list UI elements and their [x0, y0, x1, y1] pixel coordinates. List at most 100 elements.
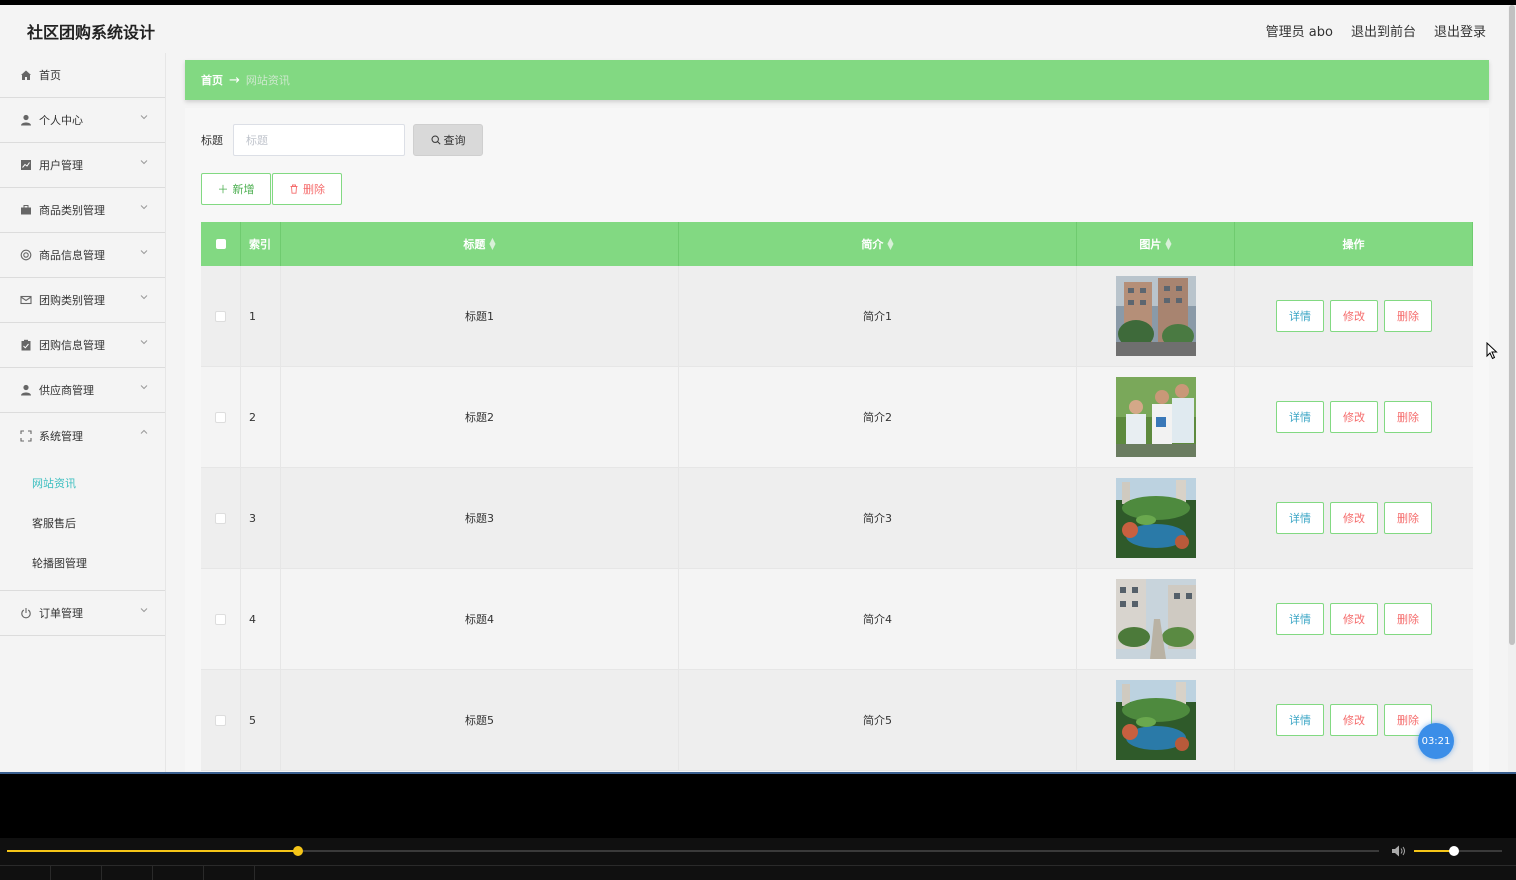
people-photo[interactable] — [1115, 377, 1196, 457]
row-image-cell — [1077, 367, 1235, 467]
street-photo[interactable] — [1115, 579, 1196, 659]
table-row: 2 标题2 简介2 详情 修改 删除 — [201, 367, 1473, 468]
header-image[interactable]: 图片 ▲ ▼ — [1077, 222, 1235, 266]
header-index-label: 索引 — [249, 238, 271, 251]
row-intro: 简介3 — [679, 468, 1077, 568]
sidebar-item-home[interactable]: 首页 — [0, 53, 165, 98]
circle-icon — [19, 249, 32, 262]
sidebar-item-label: 团购类别管理 — [39, 294, 105, 307]
user-icon — [19, 384, 32, 397]
detail-button[interactable]: 详情 — [1276, 603, 1324, 635]
edit-button[interactable]: 修改 — [1330, 401, 1378, 433]
detail-button[interactable]: 详情 — [1276, 704, 1324, 736]
search-button[interactable]: 查询 — [413, 124, 483, 156]
header-index: 索引 — [241, 222, 281, 266]
player-slot — [0, 866, 51, 880]
sidebar-item-label: 商品信息管理 — [39, 249, 105, 262]
add-button[interactable]: ＋ 新增 — [201, 173, 271, 205]
sidebar-item-goods-category[interactable]: 商品类别管理 — [0, 188, 165, 233]
row-ops: 详情 修改 删除 — [1235, 468, 1473, 568]
bulk-delete-button[interactable]: 删除 — [272, 173, 342, 205]
sidebar-item-goods-info[interactable]: 商品信息管理 — [0, 233, 165, 278]
progress-handle[interactable] — [292, 846, 303, 856]
edit-button[interactable]: 修改 — [1330, 603, 1378, 635]
row-ops: 详情 修改 删除 — [1235, 569, 1473, 669]
row-index: 2 — [241, 367, 281, 467]
row-checkbox[interactable] — [215, 310, 226, 322]
table-row: 5 标题5 简介5 详情 修改 删除 — [201, 670, 1473, 771]
volume-icon[interactable] — [1391, 844, 1407, 861]
sidebar: 首页 个人中心 用户管理 商品类别管理 商品信息管理 团购类别管理 团购信息管理… — [0, 53, 166, 772]
sort-icon[interactable]: ▲ ▼ — [887, 237, 893, 251]
content-panel: 标题 查询 ＋ 新增 删除 索引 标题▲▼ 简介▲▼ 图片▲▼ — [185, 108, 1489, 772]
header-links: 管理员 abo 退出到前台 退出登录 — [1266, 21, 1486, 40]
table-header: 索引 标题 ▲ ▼ 简介 ▲ ▼ 图片 ▲ ▼ 操作 — [201, 222, 1473, 266]
recording-timer-badge[interactable]: 03:21 — [1418, 723, 1454, 759]
row-intro: 简介4 — [679, 569, 1077, 669]
select-all-checkbox[interactable] — [215, 239, 226, 249]
sort-icon[interactable]: ▲ ▼ — [1165, 237, 1171, 251]
sidebar-item-system[interactable]: 系统管理 — [0, 413, 165, 458]
delete-button[interactable]: 删除 — [1384, 502, 1432, 534]
detail-button[interactable]: 详情 — [1276, 300, 1324, 332]
chevron-down-icon — [139, 202, 149, 212]
breadcrumb-separator: → — [229, 72, 240, 88]
garden-photo[interactable] — [1115, 680, 1196, 760]
page-scrollbar[interactable] — [1508, 5, 1516, 772]
detail-button[interactable]: 详情 — [1276, 502, 1324, 534]
row-checkbox[interactable] — [215, 411, 226, 423]
delete-button[interactable]: 删除 — [1384, 401, 1432, 433]
row-checkbox[interactable] — [215, 512, 226, 524]
volume-slider[interactable] — [1414, 846, 1502, 856]
playback-progress-bar[interactable] — [7, 846, 1379, 856]
exit-to-frontend-link[interactable]: 退出到前台 — [1351, 21, 1416, 40]
video-player-controls — [0, 838, 1516, 880]
progress-fill — [7, 850, 298, 852]
edit-button[interactable]: 修改 — [1330, 502, 1378, 534]
row-image-cell — [1077, 468, 1235, 568]
delete-button[interactable]: 删除 — [1384, 603, 1432, 635]
chevron-down-icon — [139, 112, 149, 122]
clipboard-icon — [19, 339, 32, 352]
detail-button[interactable]: 详情 — [1276, 401, 1324, 433]
garden-photo[interactable] — [1115, 478, 1196, 558]
admin-user-label[interactable]: 管理员 abo — [1266, 21, 1333, 40]
search-input[interactable] — [233, 124, 405, 156]
submenu-item-carousel[interactable]: 轮播图管理 — [0, 544, 165, 584]
header-title[interactable]: 标题 ▲ ▼ — [281, 222, 679, 266]
breadcrumb-home[interactable]: 首页 — [201, 72, 223, 88]
player-slot — [153, 866, 204, 880]
logout-link[interactable]: 退出登录 — [1434, 21, 1486, 40]
sidebar-item-orders[interactable]: 订单管理 — [0, 591, 165, 636]
building-photo[interactable] — [1115, 276, 1196, 356]
header-intro[interactable]: 简介 ▲ ▼ — [679, 222, 1077, 266]
row-index: 3 — [241, 468, 281, 568]
row-ops: 详情 修改 删除 — [1235, 367, 1473, 467]
row-title: 标题1 — [281, 266, 679, 366]
row-title: 标题3 — [281, 468, 679, 568]
sidebar-item-groupbuy-info[interactable]: 团购信息管理 — [0, 323, 165, 368]
power-icon — [19, 607, 32, 620]
sidebar-item-profile[interactable]: 个人中心 — [0, 98, 165, 143]
sidebar-item-groupbuy-category[interactable]: 团购类别管理 — [0, 278, 165, 323]
row-checkbox[interactable] — [215, 613, 226, 625]
header-intro-label: 简介 — [861, 238, 884, 251]
scrollbar-thumb[interactable] — [1509, 5, 1515, 645]
row-ops: 详情 修改 删除 — [1235, 266, 1473, 366]
delete-button[interactable]: 删除 — [1384, 300, 1432, 332]
table-row: 1 标题1 简介1 详情 修改 删除 — [201, 266, 1473, 367]
row-checkbox[interactable] — [215, 714, 226, 726]
row-title: 标题4 — [281, 569, 679, 669]
volume-handle[interactable] — [1448, 846, 1459, 856]
edit-button[interactable]: 修改 — [1330, 300, 1378, 332]
top-header: 社区团购系统设计 管理员 abo 退出到前台 退出登录 — [0, 5, 1516, 53]
row-title: 标题5 — [281, 670, 679, 770]
submenu-item-news[interactable]: 网站资讯 — [0, 464, 165, 504]
submenu-item-customer-service[interactable]: 客服售后 — [0, 504, 165, 544]
table-row: 3 标题3 简介3 详情 修改 删除 — [201, 468, 1473, 569]
sidebar-item-users[interactable]: 用户管理 — [0, 143, 165, 188]
edit-button[interactable]: 修改 — [1330, 704, 1378, 736]
header-select-all[interactable] — [201, 222, 241, 266]
sort-icon[interactable]: ▲ ▼ — [489, 237, 495, 251]
sidebar-item-suppliers[interactable]: 供应商管理 — [0, 368, 165, 413]
